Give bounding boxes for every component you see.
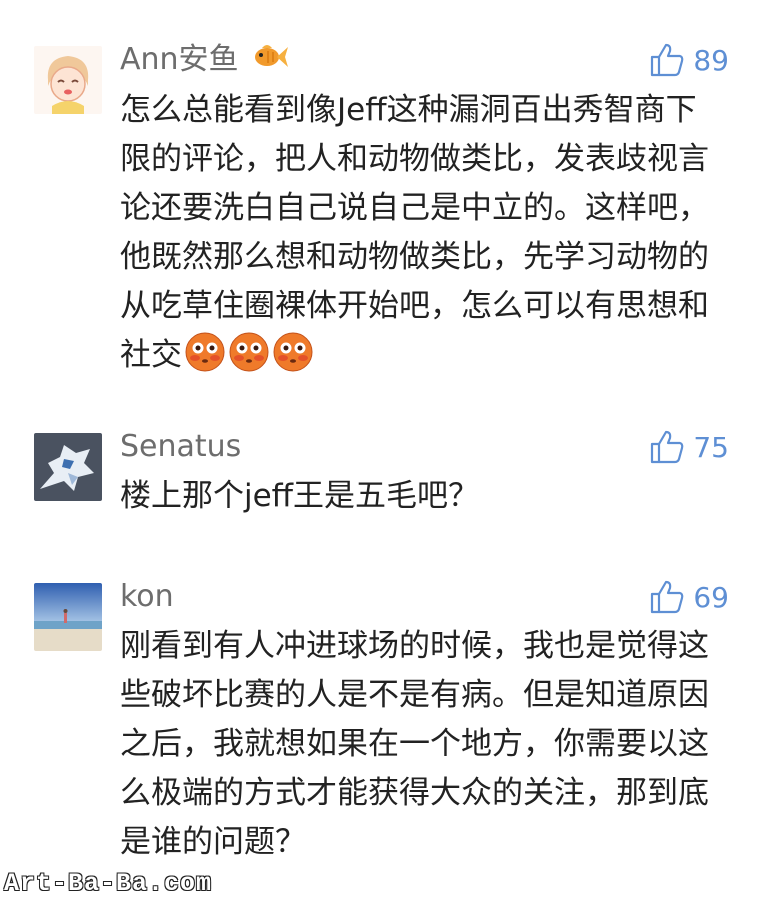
username-text: Senatus — [120, 429, 242, 464]
like-count: 75 — [693, 430, 729, 464]
avatar[interactable] — [34, 46, 102, 114]
comment-text: 楼上那个jeff王是五毛吧？ — [120, 472, 720, 521]
username-text: kon — [120, 579, 174, 614]
thumbs-up-icon — [651, 580, 684, 614]
thumbs-up-icon — [651, 430, 684, 464]
flushed-face-emoji — [185, 332, 225, 372]
like-button[interactable]: 75 — [649, 427, 729, 467]
flushed-face-emoji — [273, 332, 313, 372]
goldfish-icon — [252, 42, 290, 79]
like-button[interactable]: 69 — [649, 577, 729, 617]
comment-body: 楼上那个jeff王是五毛吧？ — [120, 478, 480, 514]
like-count: 69 — [693, 580, 729, 614]
flushed-face-emoji — [229, 332, 269, 372]
watermark: Art-Ba-Ba.com — [4, 869, 213, 898]
username[interactable]: Ann安鱼 — [120, 42, 290, 79]
avatar[interactable] — [34, 583, 102, 651]
like-count: 89 — [693, 43, 729, 77]
username-text: Ann安鱼 — [120, 42, 239, 77]
thumbs-up-icon — [651, 43, 684, 77]
comment-text: 刚看到有人冲进球场的时候，我也是觉得这些破坏比赛的人是不是有病。但是知道原因之后… — [120, 622, 720, 867]
avatar[interactable] — [34, 433, 102, 501]
comment-body: 刚看到有人冲进球场的时候，我也是觉得这些破坏比赛的人是不是有病。但是知道原因之后… — [120, 628, 709, 860]
username[interactable]: Senatus — [120, 429, 241, 465]
comment-text: 怎么总能看到像Jeff这种漏洞百出秀智商下限的评论，把人和动物做类比，发表歧视言… — [120, 86, 720, 380]
username[interactable]: kon — [120, 579, 174, 615]
like-button[interactable]: 89 — [649, 40, 729, 80]
